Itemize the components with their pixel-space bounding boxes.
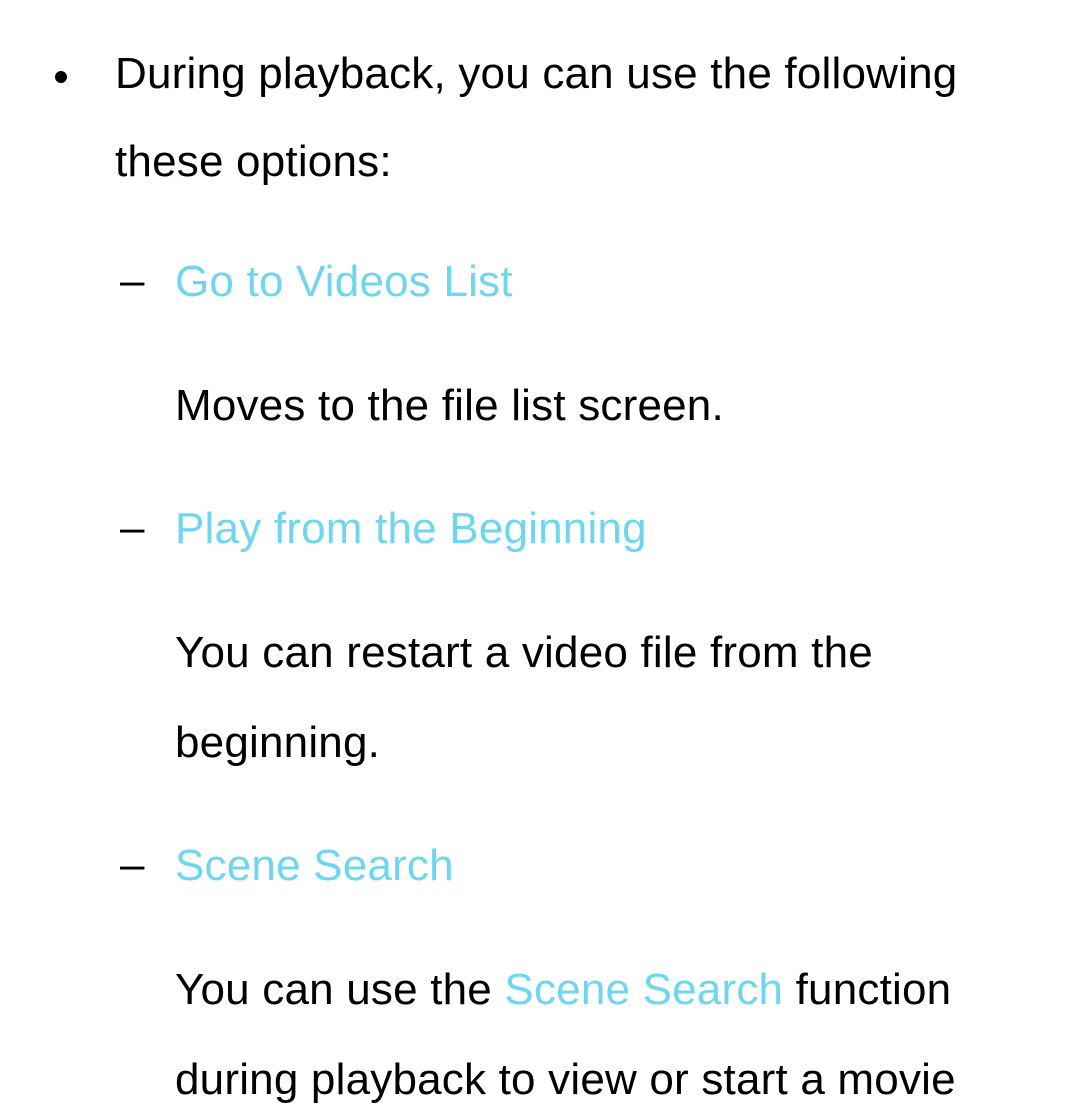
option-description: You can use the Scene Search function du… (175, 945, 1050, 1104)
option-title: Go to Videos List (175, 256, 1050, 309)
options-list: Go to Videos List Moves to the file list… (115, 256, 1050, 1104)
option-description: You can restart a video file from the be… (175, 608, 1050, 788)
outer-list-item: During playback, you can use the followi… (85, 30, 1050, 1104)
option-scene-search: Scene Search You can use the Scene Searc… (120, 840, 1050, 1104)
option-title: Scene Search (175, 840, 1050, 893)
option-play-from-beginning: Play from the Beginning You can restart … (120, 503, 1050, 788)
option-go-to-videos-list: Go to Videos List Moves to the file list… (120, 256, 1050, 451)
intro-text: During playback, you can use the followi… (115, 30, 1050, 206)
option-description: Moves to the file list screen. (175, 361, 1050, 451)
desc-text-before: You can use the (175, 965, 504, 1014)
option-title: Play from the Beginning (175, 503, 1050, 556)
document-page: During playback, you can use the followi… (0, 0, 1080, 1104)
desc-keyword-scene-search: Scene Search (504, 965, 783, 1014)
outer-list: During playback, you can use the followi… (30, 30, 1050, 1104)
